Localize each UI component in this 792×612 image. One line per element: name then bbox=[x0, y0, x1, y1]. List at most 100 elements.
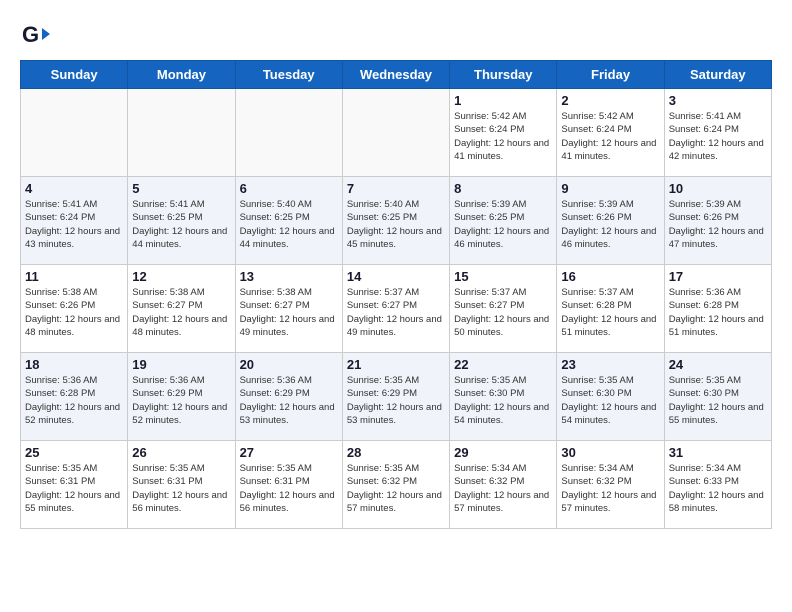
calendar-day-cell: 13 Sunrise: 5:38 AMSunset: 6:27 PMDayligh… bbox=[235, 265, 342, 353]
day-info: Sunrise: 5:41 AMSunset: 6:24 PMDaylight:… bbox=[669, 110, 767, 163]
calendar-day-cell: 31 Sunrise: 5:34 AMSunset: 6:33 PMDayligh… bbox=[664, 441, 771, 529]
calendar-day-cell: 2 Sunrise: 5:42 AMSunset: 6:24 PMDaylight… bbox=[557, 89, 664, 177]
day-info: Sunrise: 5:35 AMSunset: 6:31 PMDaylight:… bbox=[25, 462, 123, 515]
day-number: 19 bbox=[132, 357, 230, 372]
calendar-day-cell: 18 Sunrise: 5:36 AMSunset: 6:28 PMDayligh… bbox=[21, 353, 128, 441]
day-info: Sunrise: 5:39 AMSunset: 6:26 PMDaylight:… bbox=[561, 198, 659, 251]
calendar-day-cell: 8 Sunrise: 5:39 AMSunset: 6:25 PMDaylight… bbox=[450, 177, 557, 265]
day-number: 28 bbox=[347, 445, 445, 460]
day-info: Sunrise: 5:36 AMSunset: 6:29 PMDaylight:… bbox=[132, 374, 230, 427]
day-number: 7 bbox=[347, 181, 445, 196]
day-number: 6 bbox=[240, 181, 338, 196]
day-info: Sunrise: 5:42 AMSunset: 6:24 PMDaylight:… bbox=[454, 110, 552, 163]
calendar-day-cell: 30 Sunrise: 5:34 AMSunset: 6:32 PMDayligh… bbox=[557, 441, 664, 529]
calendar: SundayMondayTuesdayWednesdayThursdayFrid… bbox=[20, 60, 772, 529]
day-info: Sunrise: 5:37 AMSunset: 6:28 PMDaylight:… bbox=[561, 286, 659, 339]
calendar-day-cell: 5Sunrise: 5:41 AMSunset: 6:25 PMDaylight… bbox=[128, 177, 235, 265]
day-info: Sunrise: 5:34 AMSunset: 6:32 PMDaylight:… bbox=[561, 462, 659, 515]
day-number: 10 bbox=[669, 181, 767, 196]
day-info: Sunrise: 5:35 AMSunset: 6:29 PMDaylight:… bbox=[347, 374, 445, 427]
day-info: Sunrise: 5:34 AMSunset: 6:33 PMDaylight:… bbox=[669, 462, 767, 515]
calendar-week-row: 18 Sunrise: 5:36 AMSunset: 6:28 PMDayligh… bbox=[21, 353, 772, 441]
day-number: 31 bbox=[669, 445, 767, 460]
day-header-thursday: Thursday bbox=[450, 61, 557, 89]
day-info: Sunrise: 5:36 AMSunset: 6:28 PMDaylight:… bbox=[669, 286, 767, 339]
day-info: Sunrise: 5:40 AMSunset: 6:25 PMDaylight:… bbox=[240, 198, 338, 251]
day-info: Sunrise: 5:35 AMSunset: 6:30 PMDaylight:… bbox=[454, 374, 552, 427]
day-header-saturday: Saturday bbox=[664, 61, 771, 89]
day-number: 14 bbox=[347, 269, 445, 284]
day-info: Sunrise: 5:37 AMSunset: 6:27 PMDaylight:… bbox=[347, 286, 445, 339]
calendar-week-row: 11Sunrise: 5:38 AMSunset: 6:26 PMDayligh… bbox=[21, 265, 772, 353]
calendar-day-cell: 17 Sunrise: 5:36 AMSunset: 6:28 PMDayligh… bbox=[664, 265, 771, 353]
calendar-day-cell: 22 Sunrise: 5:35 AMSunset: 6:30 PMDayligh… bbox=[450, 353, 557, 441]
day-info: Sunrise: 5:41 AMSunset: 6:25 PMDaylight:… bbox=[132, 198, 230, 251]
calendar-day-cell: 20Sunrise: 5:36 AMSunset: 6:29 PMDayligh… bbox=[235, 353, 342, 441]
day-info: Sunrise: 5:35 AMSunset: 6:32 PMDaylight:… bbox=[347, 462, 445, 515]
day-header-sunday: Sunday bbox=[21, 61, 128, 89]
calendar-day-cell: 10 Sunrise: 5:39 AMSunset: 6:26 PMDayligh… bbox=[664, 177, 771, 265]
day-info: Sunrise: 5:42 AMSunset: 6:24 PMDaylight:… bbox=[561, 110, 659, 163]
calendar-day-cell: 27 Sunrise: 5:35 AMSunset: 6:31 PMDayligh… bbox=[235, 441, 342, 529]
day-number: 9 bbox=[561, 181, 659, 196]
day-info: Sunrise: 5:35 AMSunset: 6:31 PMDaylight:… bbox=[240, 462, 338, 515]
calendar-day-cell: 15 Sunrise: 5:37 AMSunset: 6:27 PMDayligh… bbox=[450, 265, 557, 353]
day-header-wednesday: Wednesday bbox=[342, 61, 449, 89]
day-info: Sunrise: 5:35 AMSunset: 6:30 PMDaylight:… bbox=[561, 374, 659, 427]
calendar-day-cell: 1 Sunrise: 5:42 AMSunset: 6:24 PMDaylight… bbox=[450, 89, 557, 177]
svg-text:G: G bbox=[22, 22, 39, 47]
calendar-day-cell: 11Sunrise: 5:38 AMSunset: 6:26 PMDayligh… bbox=[21, 265, 128, 353]
day-header-monday: Monday bbox=[128, 61, 235, 89]
day-number: 4 bbox=[25, 181, 123, 196]
day-number: 17 bbox=[669, 269, 767, 284]
day-number: 1 bbox=[454, 93, 552, 108]
calendar-day-cell: 4 Sunrise: 5:41 AMSunset: 6:24 PMDaylight… bbox=[21, 177, 128, 265]
day-number: 23 bbox=[561, 357, 659, 372]
day-number: 8 bbox=[454, 181, 552, 196]
day-number: 22 bbox=[454, 357, 552, 372]
day-number: 30 bbox=[561, 445, 659, 460]
day-header-tuesday: Tuesday bbox=[235, 61, 342, 89]
calendar-day-cell: 24 Sunrise: 5:35 AMSunset: 6:30 PMDayligh… bbox=[664, 353, 771, 441]
header: G bbox=[20, 20, 772, 50]
calendar-day-cell: 21Sunrise: 5:35 AMSunset: 6:29 PMDayligh… bbox=[342, 353, 449, 441]
day-number: 27 bbox=[240, 445, 338, 460]
day-info: Sunrise: 5:34 AMSunset: 6:32 PMDaylight:… bbox=[454, 462, 552, 515]
calendar-week-row: 25 Sunrise: 5:35 AMSunset: 6:31 PMDayligh… bbox=[21, 441, 772, 529]
day-number: 3 bbox=[669, 93, 767, 108]
day-number: 20 bbox=[240, 357, 338, 372]
day-info: Sunrise: 5:35 AMSunset: 6:30 PMDaylight:… bbox=[669, 374, 767, 427]
calendar-day-cell bbox=[128, 89, 235, 177]
day-number: 24 bbox=[669, 357, 767, 372]
day-info: Sunrise: 5:36 AMSunset: 6:28 PMDaylight:… bbox=[25, 374, 123, 427]
day-info: Sunrise: 5:35 AMSunset: 6:31 PMDaylight:… bbox=[132, 462, 230, 515]
calendar-day-cell: 16Sunrise: 5:37 AMSunset: 6:28 PMDayligh… bbox=[557, 265, 664, 353]
calendar-day-cell: 12 Sunrise: 5:38 AMSunset: 6:27 PMDayligh… bbox=[128, 265, 235, 353]
calendar-day-cell bbox=[235, 89, 342, 177]
day-number: 13 bbox=[240, 269, 338, 284]
calendar-day-cell: 6 Sunrise: 5:40 AMSunset: 6:25 PMDaylight… bbox=[235, 177, 342, 265]
calendar-day-cell: 25 Sunrise: 5:35 AMSunset: 6:31 PMDayligh… bbox=[21, 441, 128, 529]
day-header-friday: Friday bbox=[557, 61, 664, 89]
calendar-day-cell: 9 Sunrise: 5:39 AMSunset: 6:26 PMDaylight… bbox=[557, 177, 664, 265]
calendar-day-cell: 14 Sunrise: 5:37 AMSunset: 6:27 PMDayligh… bbox=[342, 265, 449, 353]
day-number: 2 bbox=[561, 93, 659, 108]
logo-icon: G bbox=[20, 20, 50, 50]
day-info: Sunrise: 5:39 AMSunset: 6:26 PMDaylight:… bbox=[669, 198, 767, 251]
day-info: Sunrise: 5:38 AMSunset: 6:26 PMDaylight:… bbox=[25, 286, 123, 339]
day-info: Sunrise: 5:39 AMSunset: 6:25 PMDaylight:… bbox=[454, 198, 552, 251]
calendar-day-cell: 3 Sunrise: 5:41 AMSunset: 6:24 PMDaylight… bbox=[664, 89, 771, 177]
calendar-week-row: 4 Sunrise: 5:41 AMSunset: 6:24 PMDaylight… bbox=[21, 177, 772, 265]
day-number: 26 bbox=[132, 445, 230, 460]
day-info: Sunrise: 5:38 AMSunset: 6:27 PMDaylight:… bbox=[132, 286, 230, 339]
calendar-day-cell: 23 Sunrise: 5:35 AMSunset: 6:30 PMDayligh… bbox=[557, 353, 664, 441]
day-number: 12 bbox=[132, 269, 230, 284]
day-info: Sunrise: 5:38 AMSunset: 6:27 PMDaylight:… bbox=[240, 286, 338, 339]
day-number: 25 bbox=[25, 445, 123, 460]
calendar-week-row: 1 Sunrise: 5:42 AMSunset: 6:24 PMDaylight… bbox=[21, 89, 772, 177]
day-info: Sunrise: 5:37 AMSunset: 6:27 PMDaylight:… bbox=[454, 286, 552, 339]
day-info: Sunrise: 5:41 AMSunset: 6:24 PMDaylight:… bbox=[25, 198, 123, 251]
day-number: 18 bbox=[25, 357, 123, 372]
logo: G bbox=[20, 20, 54, 50]
day-number: 15 bbox=[454, 269, 552, 284]
